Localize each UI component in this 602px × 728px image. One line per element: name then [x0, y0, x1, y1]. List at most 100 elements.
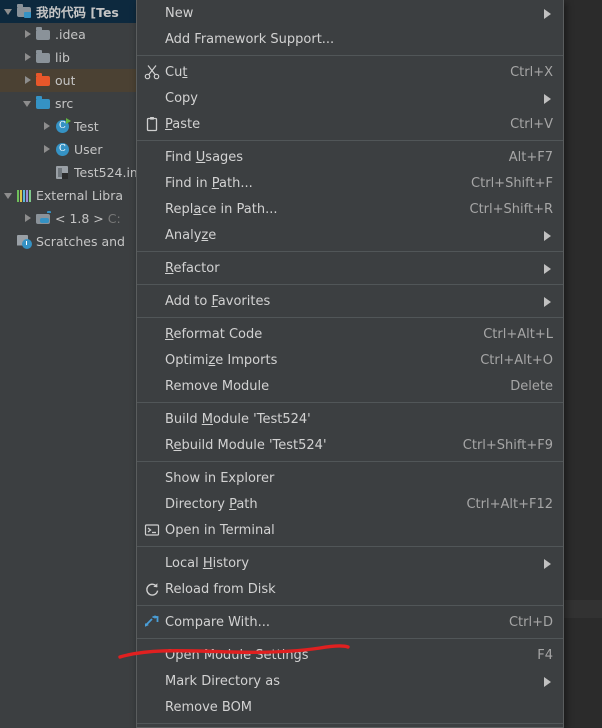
menu-item[interactable]: Compare With... Ctrl+D: [137, 609, 563, 635]
menu-item[interactable]: Build Module 'Test524': [137, 406, 563, 432]
menu-item[interactable]: Copy: [137, 85, 563, 111]
menu-item[interactable]: Find in Path... Ctrl+Shift+F: [137, 170, 563, 196]
menu-item[interactable]: Cut Ctrl+X: [137, 59, 563, 85]
menu-item[interactable]: Paste Ctrl+V: [137, 111, 563, 137]
menu-separator: [137, 140, 563, 141]
menu-item-label: Remove Module: [165, 378, 270, 394]
menu-item[interactable]: New: [137, 0, 563, 26]
menu-item[interactable]: Directory Path Ctrl+Alt+F12: [137, 491, 563, 517]
project-tree[interactable]: 我的代码 [Tes .idea lib out src C Test C User Test524…: [0, 0, 137, 253]
menu-icon-slot: [139, 321, 165, 347]
chevron-right-icon[interactable]: [22, 69, 35, 92]
menu-icon-slot: [139, 255, 165, 281]
menu-item[interactable]: Open in Terminal: [137, 517, 563, 543]
menu-item[interactable]: Optimize Imports Ctrl+Alt+O: [137, 347, 563, 373]
clipboard-icon: [139, 111, 165, 137]
tree-row-label: out: [55, 73, 76, 88]
menu-item-shortcut: Ctrl+Shift+F9: [462, 437, 553, 453]
menu-separator: [137, 317, 563, 318]
menu-item-label: Directory Path: [165, 496, 258, 512]
menu-separator: [137, 605, 563, 606]
menu-item-shortcut: F4: [537, 647, 553, 663]
submenu-arrow-icon[interactable]: [525, 222, 553, 248]
tree-row[interactable]: Scratches and: [0, 230, 137, 253]
menu-item-label: Reformat Code: [165, 326, 263, 342]
tree-row[interactable]: 我的代码 [Tes: [0, 0, 137, 23]
menu-icon-slot: [139, 26, 165, 52]
tree-row-label: < 1.8 > C:: [55, 211, 121, 226]
tree-row-suffix: C:: [107, 211, 121, 226]
tree-row-label: External Libra: [36, 188, 124, 203]
menu-item-label: Cut: [165, 64, 188, 80]
submenu-arrow-icon[interactable]: [525, 0, 553, 26]
tree-row[interactable]: Test524.im: [0, 161, 137, 184]
menu-item[interactable]: Mark Directory as: [137, 668, 563, 694]
menu-item[interactable]: Open Module Settings F4: [137, 642, 563, 668]
tree-row[interactable]: out: [0, 69, 137, 92]
menu-item[interactable]: Rebuild Module 'Test524' Ctrl+Shift+F9: [137, 432, 563, 458]
menu-item[interactable]: Add Framework Support...: [137, 26, 563, 52]
menu-separator: [137, 546, 563, 547]
chevron-down-icon[interactable]: [22, 92, 35, 115]
menu-item-shortcut: Ctrl+Shift+R: [469, 201, 554, 217]
tree-row[interactable]: C Test: [0, 115, 137, 138]
chevron-down-icon[interactable]: [3, 184, 16, 207]
menu-item-label: Local History: [165, 555, 250, 571]
chevron-right-icon[interactable]: [41, 138, 54, 161]
terminal-icon: [139, 517, 165, 543]
chevron-right-icon[interactable]: [22, 207, 35, 230]
tree-row[interactable]: < 1.8 > C:: [0, 207, 137, 230]
menu-icon-slot: [139, 85, 165, 111]
menu-item[interactable]: Reload from Disk: [137, 576, 563, 602]
scratches-icon: [16, 234, 33, 250]
menu-item-label: Copy: [165, 90, 198, 106]
submenu-arrow-icon[interactable]: [525, 550, 553, 576]
menu-item-shortcut: Ctrl+V: [510, 116, 553, 132]
submenu-arrow-icon[interactable]: [525, 85, 553, 111]
chevron-down-icon[interactable]: [3, 0, 16, 23]
chevron-right-icon[interactable]: [22, 23, 35, 46]
menu-separator: [137, 402, 563, 403]
menu-item-shortcut: Ctrl+X: [510, 64, 553, 80]
menu-icon-slot: [139, 642, 165, 668]
menu-item[interactable]: Show in Explorer: [137, 465, 563, 491]
menu-item[interactable]: Add to Favorites: [137, 288, 563, 314]
submenu-arrow-icon[interactable]: [525, 668, 553, 694]
folder-orange-icon: [35, 73, 52, 89]
project-context-menu[interactable]: New Add Framework Support... Cut Ctrl+X Copy…: [136, 0, 564, 728]
menu-item[interactable]: Remove BOM: [137, 694, 563, 720]
menu-icon-slot: [139, 465, 165, 491]
compare-icon: [139, 609, 165, 635]
scissors-icon: [139, 59, 165, 85]
iml-file-icon: [54, 165, 71, 181]
menu-item-label: New: [165, 5, 194, 21]
menu-icon-slot: [139, 694, 165, 720]
menu-item[interactable]: Local History: [137, 550, 563, 576]
tree-row[interactable]: src: [0, 92, 137, 115]
tree-row[interactable]: .idea: [0, 23, 137, 46]
menu-item[interactable]: Remove Module Delete: [137, 373, 563, 399]
tree-row[interactable]: External Libra: [0, 184, 137, 207]
menu-item[interactable]: Find Usages Alt+F7: [137, 144, 563, 170]
menu-item[interactable]: Analyze: [137, 222, 563, 248]
menu-separator: [137, 638, 563, 639]
chevron-right-icon[interactable]: [22, 46, 35, 69]
submenu-arrow-icon[interactable]: [525, 255, 553, 281]
submenu-arrow-icon[interactable]: [525, 288, 553, 314]
menu-item-label: Find in Path...: [165, 175, 253, 191]
tree-row-label: Test524.im: [74, 165, 137, 180]
menu-item[interactable]: Reformat Code Ctrl+Alt+L: [137, 321, 563, 347]
chevron-right-icon[interactable]: [41, 115, 54, 138]
tree-row[interactable]: C User: [0, 138, 137, 161]
project-tool-window[interactable]: 我的代码 [Tes .idea lib out src C Test C User Test524…: [0, 0, 137, 728]
menu-item-label: Mark Directory as: [165, 673, 280, 689]
menu-item-label: Replace in Path...: [165, 201, 278, 217]
menu-item[interactable]: Replace in Path... Ctrl+Shift+R: [137, 196, 563, 222]
tree-row[interactable]: lib: [0, 46, 137, 69]
menu-item[interactable]: Refactor: [137, 255, 563, 281]
menu-item-label: Refactor: [165, 260, 220, 276]
